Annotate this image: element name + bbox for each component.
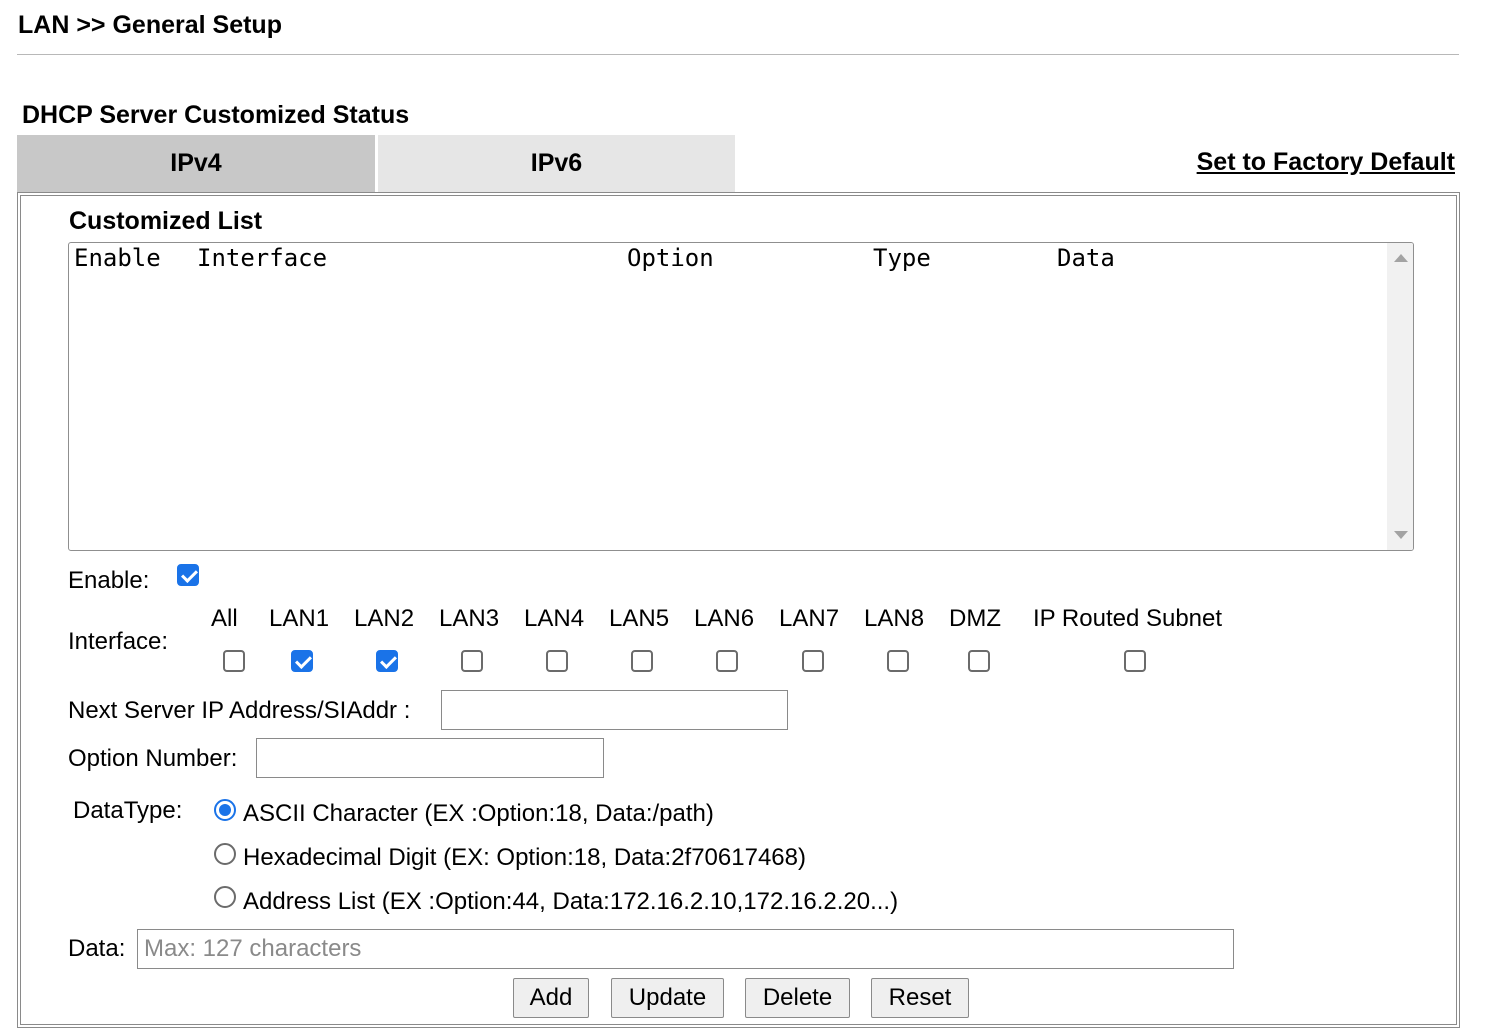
tab-ipv6[interactable]: IPv6 <box>378 135 735 192</box>
enable-label: Enable: <box>68 567 150 594</box>
interface-lan3-checkbox[interactable] <box>461 650 483 672</box>
datatype-ascii-radio[interactable] <box>214 799 236 821</box>
column-header-interface: Interface <box>197 244 328 272</box>
interface-lan8-checkbox[interactable] <box>887 650 909 672</box>
scroll-up-arrow-icon[interactable] <box>1394 254 1408 262</box>
customized-list-box[interactable]: Enable Interface Option Type Data <box>68 242 1414 551</box>
interface-option-label: LAN5 <box>609 605 670 632</box>
interface-lan7-checkbox[interactable] <box>802 650 824 672</box>
interface-option-label: LAN8 <box>864 605 925 632</box>
interface-option-label: All <box>211 605 238 632</box>
scroll-down-arrow-icon[interactable] <box>1394 531 1408 539</box>
interface-option-label: DMZ <box>949 605 1001 632</box>
interface-option-label: LAN3 <box>439 605 500 632</box>
data-label: Data: <box>68 935 126 962</box>
column-header-option: Option <box>627 244 714 272</box>
interface-option-label: LAN2 <box>354 605 415 632</box>
interface-lan5-checkbox[interactable] <box>631 650 653 672</box>
column-header-type: Type <box>873 244 931 272</box>
datatype-label: DataType: <box>73 797 183 824</box>
interface-all-checkbox[interactable] <box>223 650 245 672</box>
section-title: DHCP Server Customized Status <box>22 101 410 129</box>
interface-lan1-checkbox[interactable] <box>291 650 313 672</box>
option-number-input[interactable] <box>256 738 604 778</box>
interface-dmz-checkbox[interactable] <box>968 650 990 672</box>
next-server-ip-input[interactable] <box>441 690 788 730</box>
enable-checkbox[interactable] <box>177 564 199 586</box>
interface-option-label: IP Routed Subnet <box>1033 605 1223 632</box>
customized-list-title: Customized List <box>69 207 263 235</box>
interface-option-label: LAN6 <box>694 605 755 632</box>
breadcrumb: LAN >> General Setup <box>18 11 282 39</box>
tab-ipv4[interactable]: IPv4 <box>17 135 375 192</box>
datatype-ascii-label: ASCII Character (EX :Option:18, Data:/pa… <box>243 800 714 827</box>
update-button[interactable]: Update <box>611 978 724 1018</box>
set-to-factory-default-link[interactable]: Set to Factory Default <box>1197 147 1455 177</box>
interface-option-label: LAN4 <box>524 605 585 632</box>
settings-panel-inner: Customized List Enable Interface Option … <box>20 195 1457 1025</box>
add-button[interactable]: Add <box>513 978 589 1018</box>
reset-button[interactable]: Reset <box>871 978 969 1018</box>
interface-option-label: LAN7 <box>779 605 840 632</box>
page: LAN >> General Setup DHCP Server Customi… <box>0 0 1490 1032</box>
interface-label: Interface: <box>68 628 169 655</box>
interface-lan2-checkbox[interactable] <box>376 650 398 672</box>
delete-button[interactable]: Delete <box>745 978 850 1018</box>
datatype-address-list-label: Address List (EX :Option:44, Data:172.16… <box>243 888 899 915</box>
data-input[interactable] <box>137 929 1234 969</box>
settings-panel: Customized List Enable Interface Option … <box>17 192 1460 1028</box>
interface-lan6-checkbox[interactable] <box>716 650 738 672</box>
option-number-label: Option Number: <box>68 745 238 772</box>
column-header-enable: Enable <box>74 244 161 272</box>
next-server-label: Next Server IP Address/SIAddr : <box>68 697 411 724</box>
interface-option-label: LAN1 <box>269 605 330 632</box>
datatype-hex-label: Hexadecimal Digit (EX: Option:18, Data:2… <box>243 844 806 871</box>
column-header-data: Data <box>1057 244 1115 272</box>
datatype-address-list-radio[interactable] <box>214 886 236 908</box>
interface-lan4-checkbox[interactable] <box>546 650 568 672</box>
interface-ip-routed-subnet-checkbox[interactable] <box>1124 650 1146 672</box>
divider <box>17 54 1459 55</box>
datatype-hex-radio[interactable] <box>214 843 236 865</box>
list-scrollbar[interactable] <box>1387 243 1413 550</box>
